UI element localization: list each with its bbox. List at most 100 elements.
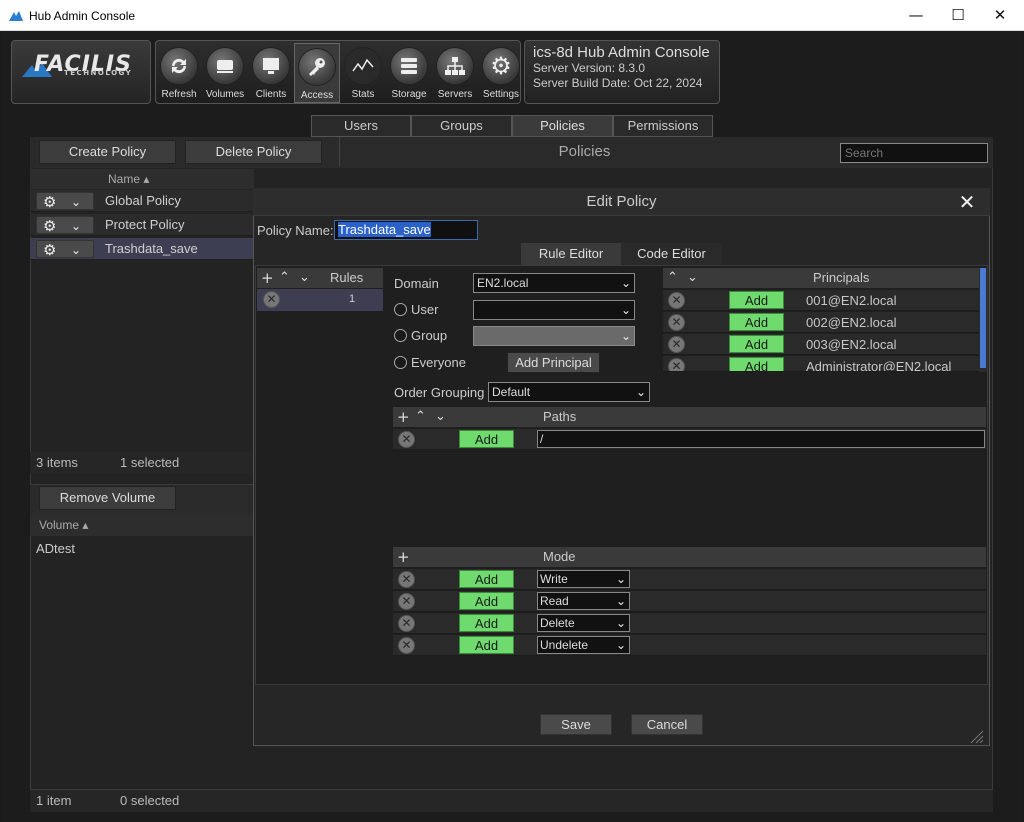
add-mode-row-button[interactable]: Add	[459, 636, 514, 654]
mode-row[interactable]: ✕ Add Delete ⌄	[393, 613, 986, 634]
dialog-close-icon[interactable]: ✕	[956, 191, 978, 213]
volume-row[interactable]: ADtest	[36, 541, 75, 556]
order-grouping-select[interactable]: Default ⌄	[488, 382, 650, 402]
policy-row[interactable]: ⚙ ⌄ Trashdata_save	[30, 238, 254, 260]
tab-users[interactable]: Users	[311, 115, 411, 137]
server-name: ics-8d Hub Admin Console	[533, 44, 710, 61]
principal-name: 001@EN2.local	[806, 293, 897, 308]
mode-row[interactable]: ✕ Add Undelete ⌄	[393, 635, 986, 656]
remove-mode-icon[interactable]: ✕	[398, 637, 415, 654]
clients-button[interactable]: Clients	[248, 43, 294, 103]
mode-value: Delete	[540, 616, 575, 630]
save-button[interactable]: Save	[540, 714, 612, 735]
add-principal-row-button[interactable]: Add	[729, 357, 784, 371]
group-radio[interactable]	[394, 329, 407, 342]
resize-grip-icon[interactable]	[968, 728, 984, 744]
remove-principal-icon[interactable]: ✕	[668, 314, 685, 331]
user-radio[interactable]	[394, 303, 407, 316]
principal-row[interactable]: ✕ Add 001@EN2.local	[663, 290, 979, 311]
mode-row[interactable]: ✕ Add Write ⌄	[393, 569, 986, 590]
tab-rule-editor[interactable]: Rule Editor	[521, 243, 621, 265]
move-up-icon[interactable]: ⌃	[667, 268, 678, 288]
principals-header: ⌃ ⌄ Principals	[663, 268, 979, 288]
principal-row[interactable]: ✕ Add 003@EN2.local	[663, 334, 979, 355]
add-mode-row-button[interactable]: Add	[459, 614, 514, 632]
move-down-icon[interactable]: ⌄	[687, 268, 698, 288]
storage-button[interactable]: Storage	[386, 43, 432, 103]
paths-header: + ⌃ ⌄ Paths	[393, 407, 986, 427]
domain-select[interactable]: EN2.local ⌄	[473, 273, 635, 293]
add-rule-icon[interactable]: +	[261, 268, 274, 288]
chevron-down-icon: ⌄	[620, 329, 631, 343]
principal-name: 003@EN2.local	[806, 337, 897, 352]
remove-path-icon[interactable]: ✕	[398, 431, 415, 448]
move-down-icon[interactable]: ⌄	[299, 268, 310, 288]
remove-rule-icon[interactable]: ✕	[263, 291, 280, 308]
search-input[interactable]: Search	[840, 143, 988, 163]
tab-code-editor[interactable]: Code Editor	[621, 243, 722, 265]
path-row[interactable]: ✕ Add /	[393, 429, 986, 450]
refresh-button[interactable]: Refresh	[156, 43, 202, 103]
mode-row[interactable]: ✕ Add Read ⌄	[393, 591, 986, 612]
domain-value: EN2.local	[477, 276, 529, 290]
principal-row[interactable]: ✕ Add 002@EN2.local	[663, 312, 979, 333]
principal-row[interactable]: ✕ Add Administrator@EN2.local	[663, 356, 979, 372]
add-principal-row-button[interactable]: Add	[729, 291, 784, 309]
tab-groups[interactable]: Groups	[411, 115, 512, 137]
remove-principal-icon[interactable]: ✕	[668, 292, 685, 309]
policy-actions-button[interactable]: ⚙ ⌄	[36, 216, 94, 235]
volume-column-header[interactable]: Volume ▴	[30, 514, 254, 536]
add-principal-row-button[interactable]: Add	[729, 335, 784, 353]
settings-button[interactable]: ⚙ Settings	[478, 43, 524, 103]
add-path-icon[interactable]: +	[397, 407, 410, 427]
path-input[interactable]: /	[537, 430, 985, 448]
create-policy-button[interactable]: Create Policy	[39, 140, 176, 164]
tab-permissions[interactable]: Permissions	[613, 115, 713, 137]
principal-name: 002@EN2.local	[806, 315, 897, 330]
volumes-button[interactable]: Volumes	[202, 43, 248, 103]
add-mode-icon[interactable]: +	[397, 547, 410, 567]
move-up-icon[interactable]: ⌃	[415, 407, 426, 427]
add-path-row-button[interactable]: Add	[459, 430, 514, 448]
principals-scrollbar[interactable]	[979, 268, 987, 372]
move-down-icon[interactable]: ⌄	[435, 407, 446, 427]
close-button[interactable]: ✕	[977, 0, 1023, 31]
policy-row[interactable]: ⚙ ⌄ Global Policy	[30, 190, 254, 212]
delete-policy-button[interactable]: Delete Policy	[185, 140, 322, 164]
servers-button[interactable]: Servers	[432, 43, 478, 103]
volumes-icon	[217, 60, 233, 73]
mode-select[interactable]: Delete ⌄	[537, 614, 630, 632]
stats-button[interactable]: Stats	[340, 43, 386, 103]
add-principal-button[interactable]: Add Principal	[507, 352, 600, 373]
everyone-radio[interactable]	[394, 356, 407, 369]
add-mode-row-button[interactable]: Add	[459, 592, 514, 610]
remove-principal-icon[interactable]: ✕	[668, 336, 685, 353]
remove-mode-icon[interactable]: ✕	[398, 593, 415, 610]
scrollbar-thumb[interactable]	[980, 268, 986, 368]
name-column-header[interactable]: Name ▴	[30, 169, 254, 189]
user-select[interactable]: ⌄	[473, 300, 635, 320]
remove-mode-icon[interactable]: ✕	[398, 571, 415, 588]
group-select[interactable]: ⌄	[473, 326, 635, 346]
access-button[interactable]: Access	[294, 43, 340, 103]
settings-label: Settings	[482, 89, 520, 100]
tab-policies[interactable]: Policies	[512, 115, 613, 137]
policy-actions-button[interactable]: ⚙ ⌄	[36, 240, 94, 259]
minimize-button[interactable]: —	[893, 0, 939, 31]
remove-principal-icon[interactable]: ✕	[668, 358, 685, 371]
add-principal-row-button[interactable]: Add	[729, 313, 784, 331]
policy-row[interactable]: ⚙ ⌄ Protect Policy	[30, 214, 254, 236]
mode-select[interactable]: Read ⌄	[537, 592, 630, 610]
mode-select[interactable]: Undelete ⌄	[537, 636, 630, 654]
add-mode-row-button[interactable]: Add	[459, 570, 514, 588]
policy-actions-button[interactable]: ⚙ ⌄	[36, 192, 94, 211]
policy-name-input[interactable]: Trashdata_save	[334, 220, 478, 240]
move-up-icon[interactable]: ⌃	[279, 268, 290, 288]
remove-mode-icon[interactable]: ✕	[398, 615, 415, 632]
remove-volume-button[interactable]: Remove Volume	[39, 486, 176, 510]
mode-select[interactable]: Write ⌄	[537, 570, 630, 588]
cancel-button[interactable]: Cancel	[631, 714, 703, 735]
server-build-date: Server Build Date: Oct 22, 2024	[533, 76, 703, 90]
rule-row[interactable]: ✕ 1	[257, 289, 383, 311]
maximize-button[interactable]: ☐	[935, 0, 981, 31]
